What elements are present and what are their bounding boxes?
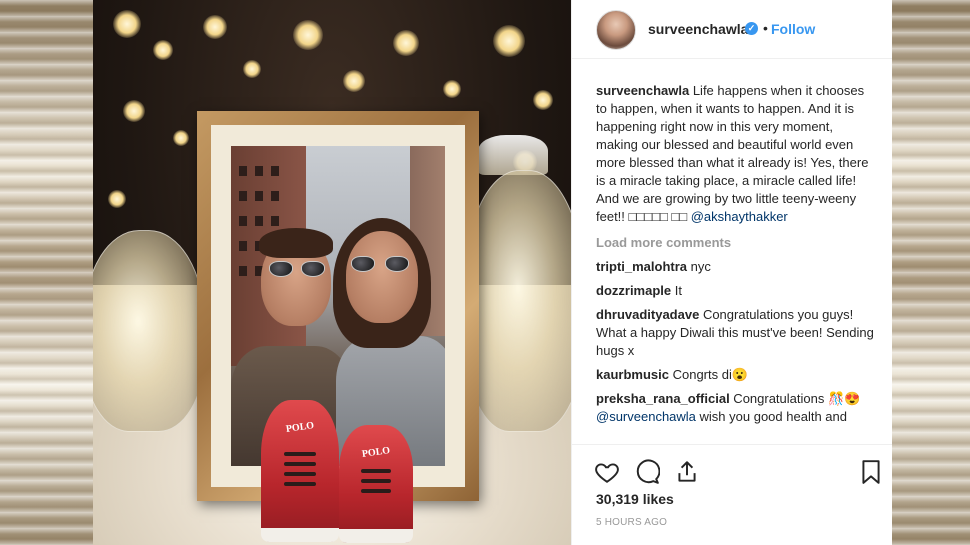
caption: surveenchawla Life happens when it choos… [596,82,876,226]
caption-mention[interactable]: @akshaythakker [691,209,788,224]
comment-text: It [671,283,682,298]
baby-shoe-right: POLO [339,425,413,543]
load-more-comments-button[interactable]: Load more comments [596,234,876,252]
comment-text: Congratulations 🎊😍 [729,391,861,406]
post-photo[interactable]: POLO POLO [93,0,571,545]
bokeh-light [153,40,173,60]
list-item: kaurbmusic Congrts di😮 [596,366,876,384]
list-item: dhruvadityadave Congratulations you guys… [596,306,876,360]
glass-jar-left [93,230,205,432]
bokeh-light [443,80,461,98]
background-blur-left [0,0,93,545]
likes-count[interactable]: 30,319 likes [596,491,674,507]
woman-face [346,231,418,323]
comment-text: Congrts di😮 [668,367,749,382]
share-icon[interactable] [674,459,700,485]
background-blur-right [891,0,970,545]
bokeh-light [108,190,126,208]
bokeh-light [123,100,145,122]
bookmark-icon[interactable] [858,459,884,485]
comment-mention[interactable]: @surveenchawla [596,409,696,424]
comments-list[interactable]: surveenchawla Life happens when it choos… [596,82,876,442]
post-header: surveenchawla ✓ • Follow [572,0,892,59]
comment-text: nyc [687,259,711,274]
glass-jar-lid [478,135,548,175]
sunglasses [351,256,411,272]
bokeh-light [113,10,141,38]
shoe-brand-label: POLO [285,420,315,435]
shoe-brand-label: POLO [361,445,391,460]
caption-text: Life happens when it chooses to happen, … [596,83,869,224]
caption-username[interactable]: surveenchawla [596,83,689,98]
bokeh-light [243,60,261,78]
list-item: tripti_malohtra nyc [596,258,876,276]
comment-icon[interactable] [634,459,660,485]
caption-emoji: □□□□□ □□ [628,209,691,224]
separator-dot: • [763,20,768,36]
avatar[interactable] [596,10,636,50]
follow-button[interactable]: Follow [771,21,815,37]
author-username[interactable]: surveenchawla [648,21,748,37]
man-hair [259,228,333,258]
post-timestamp[interactable]: 5 HOURS AGO [596,517,667,528]
bokeh-light [173,130,189,146]
glass-jar-right [463,170,571,432]
baby-shoe-left: POLO [261,400,339,542]
bokeh-light [393,30,419,56]
action-bar [572,444,892,495]
comment-text: wish you good health and [695,409,847,424]
bokeh-light [533,90,553,110]
bokeh-light [493,25,525,57]
comment-username[interactable]: kaurbmusic [596,367,669,382]
list-item: preksha_rana_official Congratulations 🎊😍… [596,390,876,426]
bokeh-light [293,20,323,50]
bokeh-light [343,70,365,92]
comment-username[interactable]: dozzrimaple [596,283,671,298]
frame-mat [211,125,465,487]
bokeh-light [203,15,227,39]
heart-icon[interactable] [594,459,620,485]
post-side-panel: surveenchawla ✓ • Follow surveenchawla L… [571,0,892,545]
comment-username[interactable]: tripti_malohtra [596,259,687,274]
comment-username[interactable]: preksha_rana_official [596,391,730,406]
verified-badge-icon: ✓ [745,22,758,35]
sunglasses [269,261,325,277]
list-item: dozzrimaple It [596,282,876,300]
comment-username[interactable]: dhruvadityadave [596,307,699,322]
